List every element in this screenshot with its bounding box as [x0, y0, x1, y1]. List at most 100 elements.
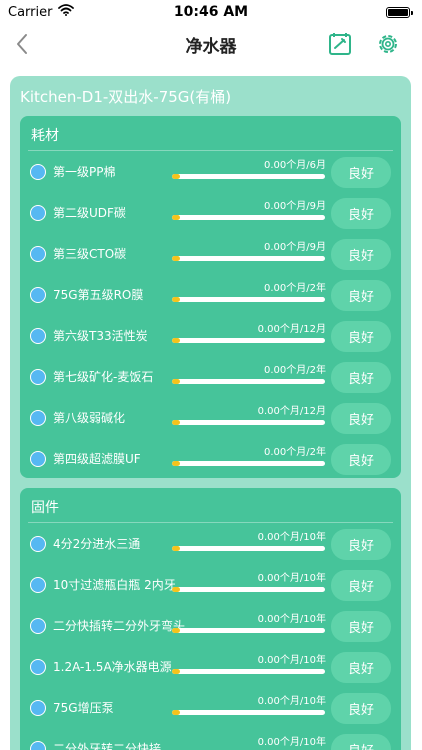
radio-dot-icon[interactable] [30, 287, 46, 303]
item-usage: 0.00个月/10年 [257, 573, 326, 584]
radio-dot-icon[interactable] [30, 700, 46, 716]
item-usage: 0.00个月/9月 [264, 242, 326, 253]
status-button[interactable]: 良好 [331, 198, 391, 229]
item-label: 第四级超滤膜UF [53, 452, 141, 466]
nav-bar: 净水器 [0, 24, 422, 64]
item-label: 第八级弱碱化 [53, 411, 126, 425]
radio-dot-icon[interactable] [30, 536, 46, 552]
progress-fill [172, 338, 180, 343]
progress-bar [172, 628, 325, 633]
progress-fill [172, 587, 180, 592]
item-label: 第七级矿化-麦饭石 [53, 370, 154, 384]
radio-dot-icon[interactable] [30, 741, 46, 750]
radio-dot-icon[interactable] [30, 369, 46, 385]
list-item: 第七级矿化-麦饭石 0.00个月/2年 良好 [20, 357, 401, 398]
radio-dot-icon[interactable] [30, 246, 46, 262]
list-item: 75G第五级RO膜 0.00个月/2年 良好 [20, 275, 401, 316]
item-usage: 0.00个月/10年 [257, 532, 326, 543]
status-button[interactable]: 良好 [331, 403, 391, 434]
progress-fill [172, 669, 180, 674]
item-label: 4分2分进水三通 [53, 537, 141, 551]
status-button[interactable]: 良好 [331, 321, 391, 352]
list-item: 75G增压泵 0.00个月/10年 良好 [20, 688, 401, 729]
list-item: 4分2分进水三通 0.00个月/10年 良好 [20, 524, 401, 565]
progress-fill [172, 256, 180, 261]
progress-bar [172, 338, 325, 343]
status-button[interactable]: 良好 [331, 280, 391, 311]
item-usage: 0.00个月/6月 [264, 160, 326, 171]
list-item: 第一级PP棉 0.00个月/6月 良好 [20, 152, 401, 193]
item-label: 75G第五级RO膜 [53, 288, 144, 302]
item-label: 75G增压泵 [53, 701, 114, 715]
fixtures-title: 固件 [31, 500, 59, 516]
carrier-label: Carrier [8, 4, 53, 20]
radio-dot-icon[interactable] [30, 659, 46, 675]
status-button[interactable]: 良好 [331, 611, 391, 642]
progress-bar [172, 420, 325, 425]
progress-fill [172, 297, 180, 302]
status-button[interactable]: 良好 [331, 734, 391, 750]
progress-fill [172, 628, 180, 633]
page-title: 净水器 [185, 36, 237, 57]
progress-fill [172, 379, 180, 384]
item-usage: 0.00个月/12月 [257, 406, 326, 417]
ticket-icon[interactable] [326, 30, 354, 58]
progress-fill [172, 420, 180, 425]
item-usage: 0.00个月/12月 [257, 324, 326, 335]
list-item: 第三级CTO碳 0.00个月/9月 良好 [20, 234, 401, 275]
item-label: 10寸过滤瓶白瓶 2内牙 [53, 578, 176, 592]
device-card: Kitchen-D1-双出水-75G(有桶) 耗材 第一级PP棉 0.00个月/… [10, 76, 411, 750]
status-button[interactable]: 良好 [331, 444, 391, 475]
item-label: 第二级UDF碳 [53, 206, 126, 220]
item-usage: 0.00个月/10年 [257, 696, 326, 707]
item-label: 第三级CTO碳 [53, 247, 127, 261]
item-usage: 0.00个月/10年 [257, 655, 326, 666]
progress-bar [172, 710, 325, 715]
item-label: 二分快插转二分外牙弯头 [53, 619, 186, 633]
status-button[interactable]: 良好 [331, 693, 391, 724]
progress-fill [172, 710, 180, 715]
item-usage: 0.00个月/2年 [264, 283, 326, 294]
item-label: 二分外牙转二分快接 [53, 742, 162, 750]
back-chevron-icon[interactable] [8, 30, 36, 58]
item-usage: 0.00个月/10年 [257, 614, 326, 625]
status-left: Carrier [8, 4, 75, 20]
item-usage: 0.00个月/10年 [257, 737, 326, 748]
status-button[interactable]: 良好 [331, 157, 391, 188]
list-item: 第四级超滤膜UF 0.00个月/2年 良好 [20, 439, 401, 480]
radio-dot-icon[interactable] [30, 410, 46, 426]
item-usage: 0.00个月/9月 [264, 201, 326, 212]
radio-dot-icon[interactable] [30, 164, 46, 180]
radio-dot-icon[interactable] [30, 451, 46, 467]
item-label: 1.2A-1.5A净水器电源 [53, 660, 172, 674]
status-button[interactable]: 良好 [331, 529, 391, 560]
list-item: 二分快插转二分外牙弯头 0.00个月/10年 良好 [20, 606, 401, 647]
section-divider [28, 150, 393, 151]
progress-bar [172, 587, 325, 592]
progress-bar [172, 256, 325, 261]
progress-bar [172, 379, 325, 384]
status-button[interactable]: 良好 [331, 362, 391, 393]
status-button[interactable]: 良好 [331, 239, 391, 270]
progress-bar [172, 297, 325, 302]
status-button[interactable]: 良好 [331, 652, 391, 683]
radio-dot-icon[interactable] [30, 205, 46, 221]
progress-fill [172, 215, 180, 220]
radio-dot-icon[interactable] [30, 618, 46, 634]
list-item: 二分外牙转二分快接 0.00个月/10年 良好 [20, 729, 401, 750]
gear-icon[interactable] [374, 30, 402, 58]
device-name: Kitchen-D1-双出水-75G(有桶) [20, 88, 232, 106]
section-divider [28, 522, 393, 523]
radio-dot-icon[interactable] [30, 328, 46, 344]
battery-icon [386, 6, 413, 18]
radio-dot-icon[interactable] [30, 577, 46, 593]
wifi-icon [58, 4, 75, 20]
list-item: 第二级UDF碳 0.00个月/9月 良好 [20, 193, 401, 234]
progress-bar [172, 461, 325, 466]
item-label: 第六级T33活性炭 [53, 329, 148, 343]
status-button[interactable]: 良好 [331, 570, 391, 601]
progress-fill [172, 174, 180, 179]
progress-fill [172, 546, 180, 551]
progress-fill [172, 461, 180, 466]
progress-bar [172, 546, 325, 551]
